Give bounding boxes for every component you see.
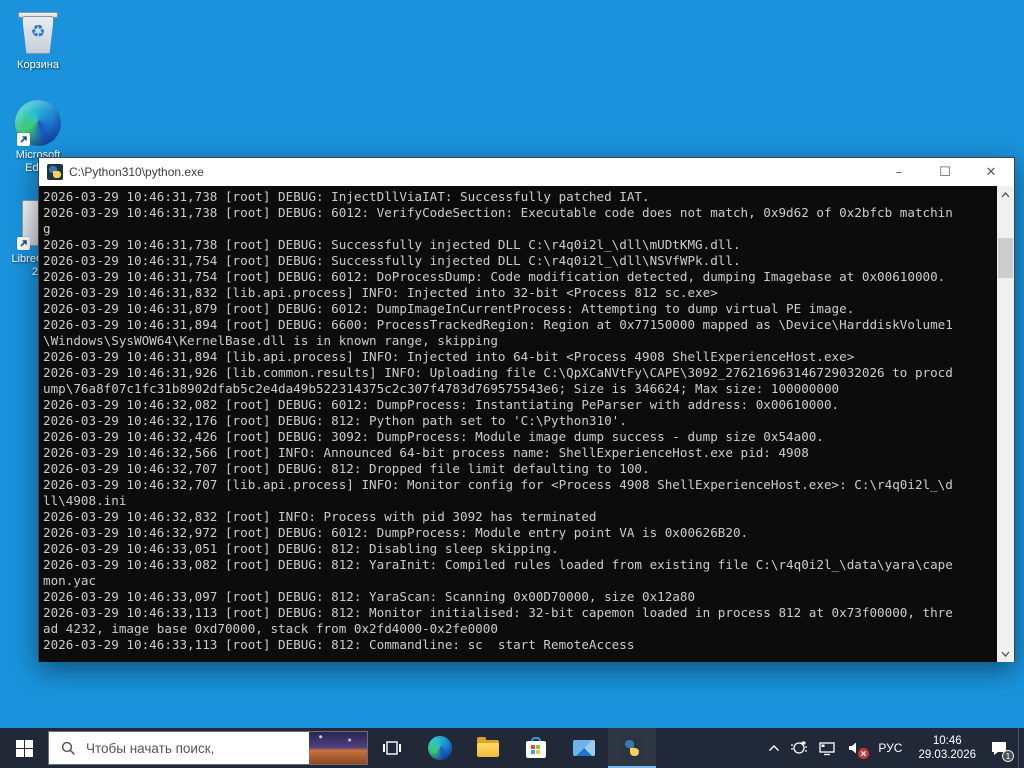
scrollbar-thumb[interactable] <box>998 238 1013 278</box>
console-line: 2026-03-29 10:46:33,097 [root] DEBUG: 81… <box>43 589 696 604</box>
console-line: mon.yac <box>43 573 97 588</box>
window-title: C:\Python310\python.exe <box>69 165 204 179</box>
window-titlebar[interactable]: C:\Python310\python.exe – ☐ ✕ <box>39 158 1014 186</box>
console-line: 2026-03-29 10:46:31,738 [root] DEBUG: In… <box>43 189 650 204</box>
search-placeholder: Чтобы начать поиск, <box>86 740 215 756</box>
console-line: 2026-03-29 10:46:33,082 [root] DEBUG: 81… <box>43 557 953 572</box>
console-line: ll\4908.ini <box>43 493 127 508</box>
console-line: 2026-03-29 10:46:31,894 [lib.api.process… <box>43 349 855 364</box>
search-icon <box>61 741 75 755</box>
taskbar-search[interactable]: Чтобы начать поиск, <box>48 731 368 765</box>
search-highlight-image[interactable] <box>309 732 367 764</box>
clock-time: 10:46 <box>932 735 962 747</box>
console-line: 2026-03-29 10:46:32,972 [root] DEBUG: 60… <box>43 525 749 540</box>
task-view-button[interactable] <box>368 728 416 768</box>
console-line: 2026-03-29 10:46:31,894 [root] DEBUG: 66… <box>43 317 953 332</box>
taskbar-app-store[interactable] <box>512 728 560 768</box>
console-line: 2026-03-29 10:46:32,707 [lib.api.process… <box>43 477 953 492</box>
console-line: 2026-03-29 10:46:32,832 [root] INFO: Pro… <box>43 509 597 524</box>
notification-badge: 1 <box>1002 750 1014 762</box>
show-desktop-button[interactable] <box>1018 728 1024 768</box>
chevron-up-icon <box>769 745 780 751</box>
console-line: 2026-03-29 10:46:31,926 [lib.common.resu… <box>43 365 953 380</box>
recycle-bin-label: Корзина <box>17 59 59 71</box>
console-line: 2026-03-29 10:46:33,113 [root] DEBUG: 81… <box>43 605 953 620</box>
python-console-icon <box>620 736 644 760</box>
console-line: 2026-03-29 10:46:31,754 [root] DEBUG: Su… <box>43 253 741 268</box>
console-line: 2026-03-29 10:46:33,113 [root] DEBUG: 81… <box>43 637 635 652</box>
python-app-icon <box>47 164 63 180</box>
taskbar-app-mail[interactable] <box>560 728 608 768</box>
tray-overflow-button[interactable] <box>763 728 785 768</box>
shortcut-arrow-icon <box>17 133 30 146</box>
language-indicator[interactable]: РУС <box>870 741 910 755</box>
console-output: 2026-03-29 10:46:31,738 [root] DEBUG: In… <box>39 186 1014 662</box>
task-view-icon <box>383 741 401 755</box>
taskbar-clock[interactable]: 10:46 29.03.2026 <box>910 734 984 762</box>
start-button[interactable] <box>0 728 48 768</box>
console-line: 2026-03-29 10:46:32,176 [root] DEBUG: 81… <box>43 413 627 428</box>
close-button[interactable]: ✕ <box>968 158 1014 186</box>
meet-now-icon <box>791 741 808 754</box>
desktop-icon-recycle-bin[interactable]: ♻ Корзина <box>10 8 66 72</box>
clock-date: 29.03.2026 <box>918 749 976 761</box>
console-line: 2026-03-29 10:46:31,754 [root] DEBUG: 60… <box>43 269 946 284</box>
minimize-button[interactable]: – <box>876 158 922 186</box>
shortcut-arrow-icon <box>17 237 30 250</box>
network-ethernet-icon <box>819 742 836 756</box>
taskbar-app-python-console[interactable] <box>608 728 656 768</box>
windows-logo-icon <box>15 739 33 757</box>
console-line: 2026-03-29 10:46:33,051 [root] DEBUG: 81… <box>43 541 559 556</box>
console-line: \Windows\SysWOW64\KernelBase.dll is in k… <box>43 333 498 348</box>
taskbar-app-file-explorer[interactable] <box>464 728 512 768</box>
volume-button[interactable] <box>842 728 870 768</box>
console-line: g <box>43 221 51 236</box>
console-line: ump\76a8f07c1fc31b8902dfab5c2e4da49b5223… <box>43 381 840 396</box>
console-line: 2026-03-29 10:46:31,879 [root] DEBUG: 60… <box>43 301 855 316</box>
console-line: 2026-03-29 10:46:31,738 [root] DEBUG: 60… <box>43 205 953 220</box>
microsoft-store-icon <box>524 736 548 760</box>
edge-icon <box>428 736 452 760</box>
console-line: 2026-03-29 10:46:31,738 [root] DEBUG: Su… <box>43 237 741 252</box>
action-center-button[interactable]: 1 <box>984 728 1018 768</box>
maximize-button[interactable]: ☐ <box>922 158 968 186</box>
recycle-bin-icon: ♻ <box>16 8 60 56</box>
scrollbar[interactable] <box>997 186 1014 662</box>
mail-icon <box>572 736 596 760</box>
console-line: 2026-03-29 10:46:32,082 [root] DEBUG: 60… <box>43 397 840 412</box>
system-tray: РУС 10:46 29.03.2026 1 <box>763 728 1024 768</box>
console-line: 2026-03-29 10:46:32,566 [root] INFO: Ann… <box>43 445 809 460</box>
taskbar: Чтобы начать поиск, РУС 10:46 29.03.2026… <box>0 728 1024 768</box>
scroll-down-icon[interactable] <box>997 645 1014 662</box>
edge-icon <box>15 100 61 146</box>
taskbar-app-edge[interactable] <box>416 728 464 768</box>
network-button[interactable] <box>813 728 842 768</box>
console-log: 2026-03-29 10:46:31,738 [root] DEBUG: In… <box>39 186 997 662</box>
scroll-up-icon[interactable] <box>997 186 1014 203</box>
console-line: 2026-03-29 10:46:31,832 [lib.api.process… <box>43 285 718 300</box>
console-window: C:\Python310\python.exe – ☐ ✕ 2026-03-29… <box>38 157 1015 662</box>
console-line: 2026-03-29 10:46:32,707 [root] DEBUG: 81… <box>43 461 650 476</box>
console-line: 2026-03-29 10:46:32,426 [root] DEBUG: 30… <box>43 429 824 444</box>
mute-badge-icon <box>858 748 870 759</box>
file-explorer-icon <box>476 736 500 760</box>
meet-now-button[interactable] <box>785 728 813 768</box>
console-line: ad 4232, image base 0xd70000, stack from… <box>43 621 498 636</box>
